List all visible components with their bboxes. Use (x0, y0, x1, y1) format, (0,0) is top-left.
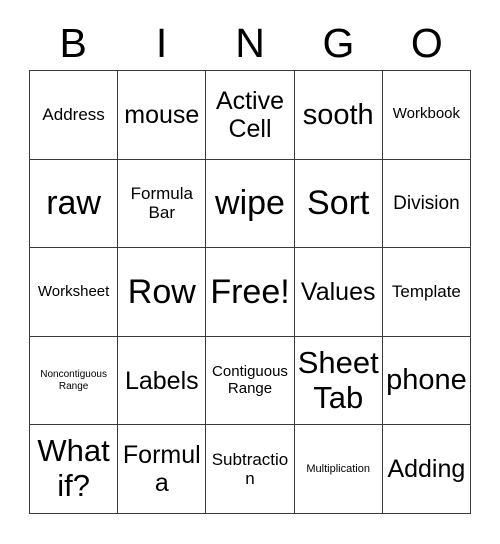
bingo-grid: Address mouse Active Cell sooth Workbook… (29, 70, 471, 514)
bingo-cell[interactable]: Contiguous Range (206, 336, 295, 426)
bingo-cell-label: Contiguous Range (212, 362, 288, 397)
bingo-cell-label: Formula (122, 441, 201, 498)
bingo-cell-label: Subtraction (211, 450, 289, 489)
bingo-cell[interactable]: Noncontiguous Range (30, 336, 119, 426)
bingo-cell-label: Template (391, 282, 461, 302)
bingo-cell[interactable]: Address (30, 71, 119, 160)
bingo-cell-label: Formula Bar (130, 184, 193, 223)
bingo-cell-label: Noncontiguous Range (40, 369, 107, 392)
bingo-header-letter-n: N (235, 19, 265, 66)
bingo-cell-label: wipe (215, 184, 285, 223)
bingo-cell[interactable]: Sort (294, 159, 383, 249)
bingo-cell-label: Workbook (392, 105, 461, 123)
bingo-cell[interactable]: mouse (118, 71, 207, 160)
bingo-cell-label: Values (300, 277, 376, 306)
bingo-cell[interactable]: Adding (382, 425, 471, 514)
bingo-header-letter-b: B (59, 19, 87, 66)
bingo-card: B I N G O Address mouse Active Cell soot… (0, 0, 500, 544)
bingo-cell[interactable]: raw (30, 159, 119, 249)
bingo-cell[interactable]: Template (382, 248, 471, 337)
bingo-cell[interactable]: Multiplication (294, 425, 383, 514)
bingo-cell-label: sooth (302, 98, 374, 131)
bingo-header-row: B I N G O (29, 16, 471, 70)
bingo-cell[interactable]: Labels (118, 336, 207, 426)
bingo-cell[interactable]: phone (382, 336, 471, 426)
bingo-cell-label: Multiplication (306, 463, 370, 476)
bingo-header-letter-o: O (410, 19, 443, 66)
bingo-cell[interactable]: Division (382, 159, 471, 249)
bingo-cell[interactable]: Row (118, 248, 207, 337)
bingo-cell[interactable]: Worksheet (30, 248, 119, 337)
bingo-cell[interactable]: Subtraction (206, 425, 295, 514)
bingo-cell[interactable]: wipe (206, 159, 295, 249)
bingo-cell-label: What if? (37, 433, 110, 504)
bingo-cell-label: Sort (307, 184, 370, 223)
bingo-cell-label: Worksheet (37, 282, 110, 300)
bingo-cell-label: Division (393, 192, 460, 214)
bingo-cell-label: Free! (210, 272, 290, 311)
bingo-cell-label: Active Cell (215, 86, 285, 143)
bingo-cell[interactable]: What if? (30, 425, 119, 514)
bingo-cell[interactable]: Values (294, 248, 383, 337)
bingo-cell[interactable]: Formula Bar (118, 159, 207, 249)
bingo-cell-label: Row (127, 272, 196, 311)
bingo-header-letter-i: I (155, 19, 168, 66)
bingo-cell-label: Labels (124, 366, 199, 395)
bingo-cell-free-space[interactable]: Free! (206, 248, 295, 337)
bingo-cell[interactable]: Workbook (382, 71, 471, 160)
bingo-cell[interactable]: Formula (118, 425, 207, 514)
bingo-cell[interactable]: sooth (294, 71, 383, 160)
bingo-header-letter-g: G (322, 19, 355, 66)
bingo-cell-label: Adding (387, 455, 466, 484)
bingo-cell-label: mouse (124, 100, 200, 129)
bingo-cell-label: raw (46, 184, 101, 223)
bingo-cell-label: Sheet Tab (297, 344, 379, 415)
bingo-cell-label: Address (42, 105, 105, 125)
bingo-cell-label: phone (386, 364, 467, 397)
bingo-cell[interactable]: Active Cell (206, 71, 295, 160)
bingo-cell[interactable]: Sheet Tab (294, 336, 383, 426)
